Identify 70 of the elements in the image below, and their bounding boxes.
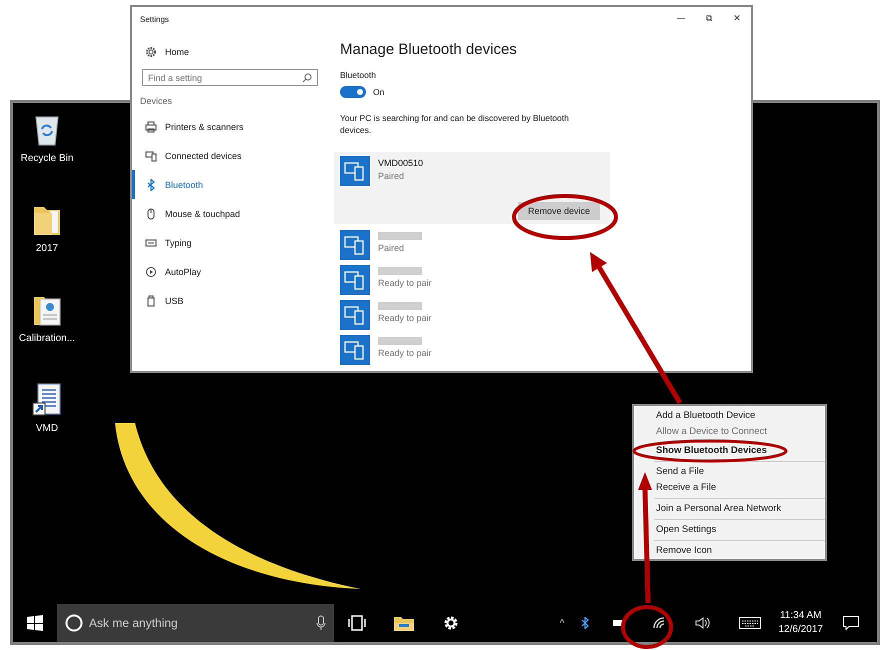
description-text: Your PC is searching for and can be discovered by Bluetooth devices.	[340, 112, 570, 136]
wifi-icon[interactable]	[652, 617, 666, 629]
menu-item[interactable]: Send a File	[634, 464, 825, 480]
minimize-button[interactable]: —	[667, 8, 695, 30]
desktop-icon-label[interactable]: Calibration...	[18, 333, 76, 344]
desktop-icon-label[interactable]: 2017	[36, 243, 58, 254]
nav-item[interactable]: Connected devices	[132, 141, 330, 170]
desktop-icon-label[interactable]: VMD	[36, 423, 58, 434]
printer-icon	[145, 120, 157, 132]
menu-item[interactable]: Show Bluetooth Devices	[634, 443, 825, 459]
menu-item[interactable]: Open Settings	[634, 522, 825, 538]
device-status: Ready to pair	[378, 348, 432, 358]
menu-item[interactable]: Allow a Device to Connect	[634, 424, 825, 440]
menu-item[interactable]: Join a Personal Area Network	[634, 501, 825, 517]
search-placeholder: Ask me anything	[89, 616, 179, 630]
nav-item[interactable]: Bluetooth	[132, 170, 330, 199]
highlight-ellipse	[621, 605, 673, 649]
show-hidden-icons-button[interactable]: ^	[560, 618, 564, 628]
clock[interactable]: 11:34 AM 12/6/2017	[778, 609, 823, 637]
task-view-icon[interactable]	[348, 615, 366, 631]
bluetooth-toggle[interactable]	[340, 86, 366, 98]
notification-icon[interactable]	[843, 616, 859, 630]
cortana-icon	[65, 614, 83, 632]
mouse-icon	[145, 208, 157, 220]
devices-icon	[145, 150, 157, 162]
nav-item[interactable]: Typing	[132, 228, 330, 257]
toggle-state-text: On	[373, 87, 384, 97]
device-status: Paired	[378, 243, 406, 253]
search-field[interactable]: Ask me anything	[57, 604, 334, 642]
nav-item[interactable]: Printers & scanners	[132, 112, 330, 141]
bluetooth-icon	[145, 178, 157, 190]
speaker-icon[interactable]	[694, 617, 710, 629]
close-button[interactable]: ✕	[723, 8, 751, 30]
page-title: Manage Bluetooth devices	[340, 41, 518, 58]
device-icon	[340, 230, 370, 260]
nav-item[interactable]: AutoPlay	[132, 257, 330, 286]
device-name: VMD00510	[378, 158, 424, 168]
device-status: Ready to pair	[378, 278, 432, 288]
settings-icon[interactable]	[442, 614, 460, 632]
folder-icon[interactable]	[394, 615, 414, 631]
bluetooth-icon[interactable]	[580, 617, 588, 629]
keyboard-icon[interactable]	[738, 617, 760, 629]
menu-item[interactable]: Remove Icon	[634, 543, 825, 559]
menu-item[interactable]: Receive a File	[634, 480, 825, 496]
device-icon	[340, 156, 370, 186]
search-field[interactable]: Find a setting	[142, 69, 318, 86]
window-title: Settings	[140, 14, 169, 24]
menu-item[interactable]: Add a Bluetooth Device	[634, 408, 825, 424]
usb-drive-icon	[145, 294, 157, 306]
home-link[interactable]: Home	[132, 41, 330, 63]
keyboard-icon	[145, 236, 157, 248]
nav-item[interactable]: Mouse & touchpad	[132, 199, 330, 228]
device-icon	[340, 335, 370, 365]
battery-icon[interactable]	[612, 619, 624, 627]
remove-device-button[interactable]: Remove device	[518, 202, 600, 220]
microphone-icon[interactable]	[316, 615, 326, 631]
start-icon[interactable]	[27, 615, 43, 631]
device-card[interactable]: VMD00510 Paired Remove device	[334, 152, 610, 224]
search-icon	[302, 73, 312, 83]
restore-button[interactable]: ⧉	[695, 8, 723, 30]
device-status: Ready to pair	[378, 313, 432, 323]
play-icon	[145, 266, 157, 278]
desktop-icon-label[interactable]: Recycle Bin	[20, 153, 74, 164]
gear-icon	[145, 46, 157, 58]
nav-item[interactable]: USB	[132, 286, 330, 315]
device-icon	[340, 265, 370, 295]
device-icon	[340, 300, 370, 330]
device-status: Paired	[378, 171, 406, 181]
section-heading: Devices	[139, 96, 174, 106]
toggle-label: Bluetooth	[340, 70, 377, 80]
